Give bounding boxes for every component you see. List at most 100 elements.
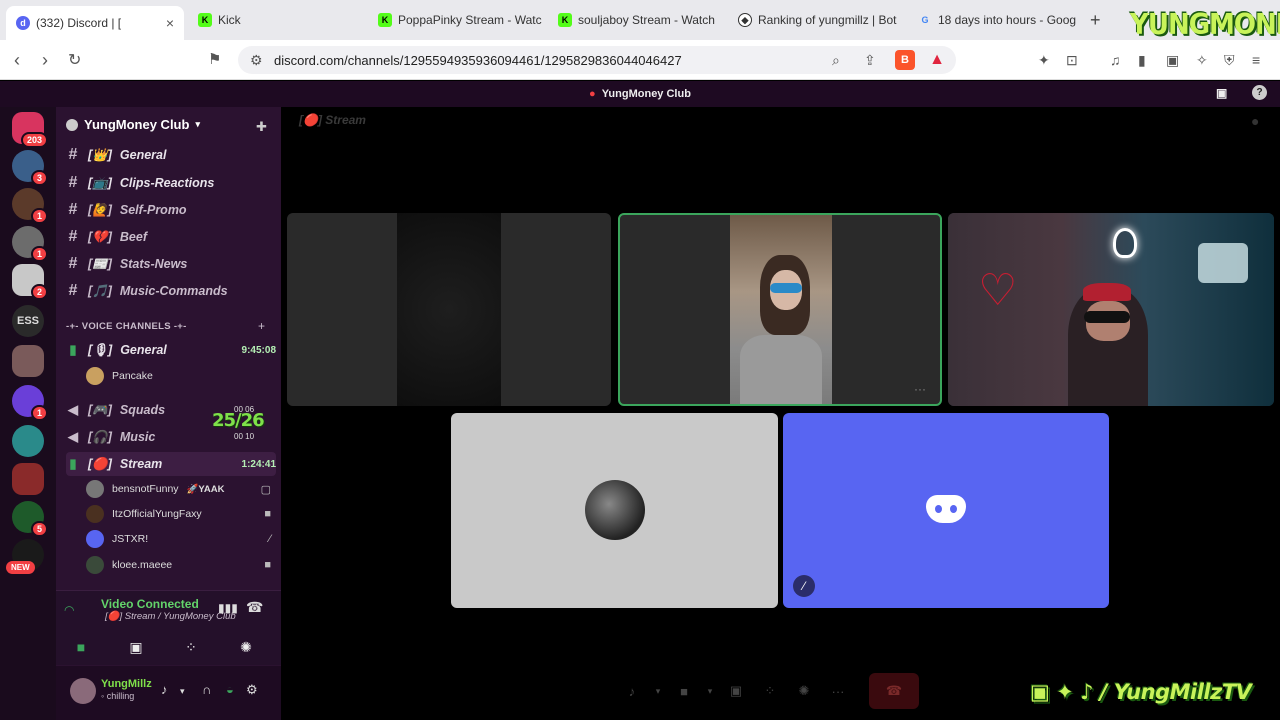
headphones-icon[interactable]: ∩ [202,682,211,697]
voice-member[interactable]: JSTXR! ⁄ [86,528,271,550]
forward-icon[interactable]: › [42,50,48,71]
direct-messages-icon[interactable]: 203 [12,112,48,148]
menu-icon[interactable]: ≡ [1252,52,1260,68]
tab-poppapinky[interactable]: K PoppaPinky Stream - Watc [368,6,543,34]
channel-emoji: [💔] [88,229,112,244]
activities-button[interactable]: ⁘ [166,635,216,659]
add-channel-icon[interactable]: + [258,319,265,333]
noise-suppression-icon[interactable]: ▮▮▮ [218,601,238,615]
tab-google[interactable]: G 18 days into hours - Goog [908,6,1083,34]
screen-share-icon[interactable]: ▣ [719,676,753,706]
server-icon[interactable] [12,425,44,457]
server-ess-icon[interactable]: ESS [12,305,44,337]
brave-shield-icon[interactable]: B [895,50,915,70]
bookmark-icon[interactable]: ⚑ [208,50,221,68]
chevron-down-icon[interactable]: ▾ [701,676,719,706]
voice-status-channel[interactable]: [🔴] Stream / YungMoney Club [105,611,236,622]
invite-icon[interactable]: ✚ [256,119,267,135]
media-icon[interactable]: ♫ [1110,52,1121,68]
server-icon[interactable]: 5 [12,501,48,537]
voice-member[interactable]: ItzOfficialYungFaxy ■ [86,503,271,525]
soundboard-button[interactable]: ✺ [221,635,271,659]
chat-icon[interactable]: ● [1251,113,1259,129]
microphone-icon[interactable]: ♪ [161,682,168,697]
help-icon[interactable]: ? [1252,85,1267,100]
channel-general[interactable]: # [👑] General [66,143,276,167]
channel-clips-reactions[interactable]: # [📺] Clips-Reactions [66,171,276,195]
inbox-icon[interactable]: ▣ [1216,86,1227,100]
server-list: 203 3 1 1 2 ESS 1 5 NEW [0,107,56,720]
voice-member[interactable]: kloee.maeee ■ [86,554,271,576]
close-icon[interactable]: × [166,15,174,31]
tab-ranking[interactable]: ◆ Ranking of yungmillz | Bot [728,6,903,34]
leo-icon[interactable]: ✧ [1196,52,1208,69]
extensions-icon[interactable]: ✦ [1038,52,1050,69]
microphone-icon[interactable]: ♪ [615,676,649,706]
server-icon[interactable] [12,345,44,377]
disconnect-button[interactable]: ☎ [869,673,919,709]
server-header[interactable]: YungMoney Club ▾ [66,117,200,132]
red-cap [1083,283,1131,301]
muted-icon: ⁄ [269,533,271,545]
disconnect-icon[interactable]: ☎ [246,599,263,616]
channel-stats-news[interactable]: # [📰] Stats-News [66,252,276,276]
camera-button[interactable]: ■ [56,635,106,659]
soundboard-icon[interactable]: ✺ [787,676,821,706]
server-icon[interactable]: 1 [12,226,48,262]
activities-icon[interactable]: ⁘ [753,676,787,706]
vpn-icon[interactable]: ⛨ [1224,52,1235,69]
back-icon[interactable]: ‹ [14,50,20,71]
server-icon[interactable]: 2 [12,264,48,300]
voice-member[interactable]: Pancake [86,365,271,387]
audio-tile[interactable] [451,413,778,608]
yungmoney-server-icon[interactable] [12,463,44,495]
more-options-icon[interactable]: ··· [914,382,926,396]
url-field[interactable]: ⚙ discord.com/channels/12955949359360944… [238,46,956,74]
tab-discord[interactable]: d (332) Discord | [ × [6,6,184,40]
tab-souljaboy[interactable]: K souljaboy Stream - Watch [548,6,723,34]
chevron-down-icon[interactable]: ▾ [649,676,667,706]
video-tile[interactable] [287,213,611,406]
channel-beef[interactable]: # [💔] Beef [66,225,276,249]
more-icon[interactable]: ··· [821,676,855,706]
wallet-icon[interactable]: ▣ [1166,52,1179,69]
call-controls: ♪ ▾ ■ ▾ ▣ ⁘ ✺ ··· ☎ [615,672,919,710]
krisp-icon[interactable]: ◒ [226,682,234,697]
reload-icon[interactable]: ↻ [68,50,81,70]
member-name: kloee.maeee [112,559,173,571]
audio-tile[interactable]: ⁄ [783,413,1109,608]
video-feed [397,213,501,406]
brave-rewards-icon[interactable]: ▲ [927,50,947,70]
screen-share-button[interactable]: ▣ [111,635,161,659]
server-icon[interactable]: 1 [12,385,48,421]
discord-icon: d [16,16,30,30]
sidebar-toggle-icon[interactable]: ▮ [1138,52,1146,69]
avatar [86,556,104,574]
chevron-down-icon[interactable]: ▾ [180,686,185,697]
custom-status-text: chilling [106,691,135,701]
user-avatar[interactable] [70,678,96,704]
site-info-icon[interactable]: ⚙ [250,52,263,69]
settings-icon[interactable]: ⚙ [246,682,258,698]
voice-channel-general[interactable]: ▮ [🎙] General 9:45:08 [66,338,276,362]
neon-sign [1113,228,1137,258]
mention-badge: 5 [30,521,48,537]
new-tab-icon[interactable]: + [1090,10,1101,31]
video-tile[interactable]: ♡ [948,213,1274,406]
share-icon[interactable]: ⇪ [864,52,876,69]
voice-member[interactable]: bensnotFunny 🚀YAAK ▢ [86,478,271,500]
channel-self-promo[interactable]: # [🙋] Self-Promo [66,198,276,222]
server-icon[interactable]: 3 [12,150,48,186]
channel-name: General [120,343,167,357]
channel-name: Stats-News [119,257,188,271]
zoom-icon[interactable]: ⌕ [832,52,840,69]
voice-channel-stream[interactable]: ▮ [🔴] Stream 1:24:41 [66,452,276,476]
translate-icon[interactable]: ⊡ [1066,52,1078,69]
server-icon[interactable]: 1 [12,188,48,224]
tab-title: Ranking of yungmillz | Bot [758,13,897,27]
channel-music-commands[interactable]: # [🎵] Music-Commands [66,279,276,303]
video-tile-speaking[interactable]: ··· [618,213,942,406]
camera-icon[interactable]: ■ [667,676,701,706]
tab-kick[interactable]: K Kick [188,6,363,34]
voice-category-header[interactable]: -+- VOICE CHANNELS -+- [66,321,187,332]
